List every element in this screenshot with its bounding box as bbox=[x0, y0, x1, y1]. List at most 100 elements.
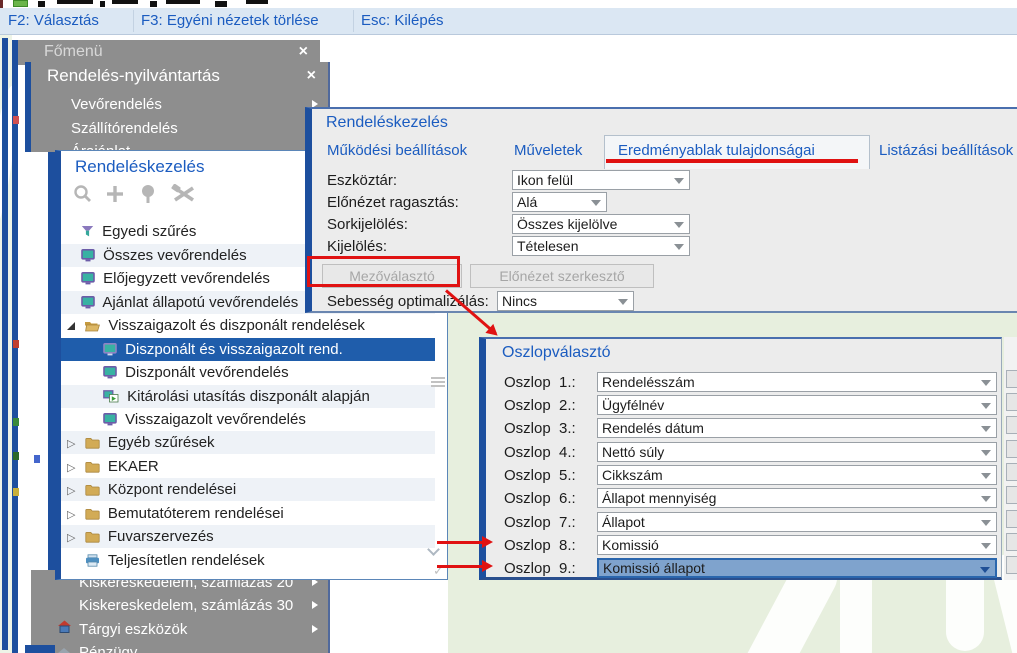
order-menu-title: Rendelés-nyilvántartás bbox=[47, 66, 220, 85]
tree-item-label: Ajánlat állapotú vevőrendelés bbox=[102, 294, 299, 311]
folder-open-icon bbox=[84, 316, 101, 337]
tab-mukodesi-beallitasok[interactable]: Működési beállítások bbox=[327, 142, 467, 159]
chevron-down-icon bbox=[591, 200, 601, 206]
dropdown-value: Összes kijelölve bbox=[517, 216, 618, 232]
tab-muveletek[interactable]: Műveletek bbox=[514, 142, 582, 159]
chevron-down-icon bbox=[981, 450, 991, 456]
tree-item[interactable]: ▷ Központ rendelései bbox=[61, 478, 435, 501]
menu-item[interactable]: Kiskereskedelem, számlázás 30 bbox=[79, 597, 293, 614]
house-icon bbox=[57, 620, 72, 638]
hotkey-f3[interactable]: F3: Egyéni nézetek törlése bbox=[141, 12, 319, 29]
top-clipped-window-strip bbox=[0, 0, 1017, 8]
clipped-glyph bbox=[112, 0, 138, 4]
clipped-glyph bbox=[38, 1, 45, 7]
tree-item-label: Visszaigazolt vevőrendelés bbox=[125, 411, 306, 428]
clipped-control bbox=[1006, 370, 1017, 388]
sorkijeloles-dropdown[interactable]: Összes kijelölve bbox=[512, 214, 690, 234]
close-icon[interactable]: × bbox=[299, 44, 308, 60]
menu-item[interactable]: Pénzügy bbox=[79, 644, 137, 653]
annotation-tab-underline bbox=[606, 159, 858, 163]
tools-icon[interactable] bbox=[171, 183, 197, 209]
clipped-fragment bbox=[0, 0, 3, 8]
tab-eredmenyablak-tulajdonsagai[interactable]: Eredményablak tulajdonságai bbox=[618, 142, 815, 159]
transfer-view-icon bbox=[103, 387, 119, 408]
column-6-dropdown[interactable]: Állapot mennyiség bbox=[597, 488, 997, 508]
column-1-dropdown[interactable]: Rendelésszám bbox=[597, 372, 997, 392]
window-border-strip bbox=[2, 38, 8, 650]
tree-item[interactable]: ▷ EKAER bbox=[61, 455, 435, 478]
tree-panel-title: Rendeléskezelés bbox=[75, 157, 205, 176]
tree-item[interactable]: Kitárolási utasítás diszponált alapján bbox=[61, 385, 435, 408]
eszkoztar-dropdown[interactable]: Ikon felül bbox=[512, 170, 690, 190]
diamond-icon bbox=[57, 645, 71, 653]
search-icon[interactable] bbox=[73, 184, 93, 209]
caret-collapsed-icon[interactable]: ▷ bbox=[67, 504, 75, 525]
chevron-down-icon bbox=[981, 473, 991, 479]
window-border bbox=[25, 62, 31, 152]
clipped-control bbox=[1006, 556, 1017, 574]
splitter-grip[interactable] bbox=[431, 375, 445, 389]
dropdown-value: Állapot mennyiség bbox=[602, 490, 717, 506]
column-4-dropdown[interactable]: Nettó súly bbox=[597, 442, 997, 462]
chevron-down-icon bbox=[981, 520, 991, 526]
elonezet-szerkeszto-button[interactable]: Előnézet szerkesztő bbox=[470, 264, 654, 288]
column-3-dropdown[interactable]: Rendelés dátum bbox=[597, 418, 997, 438]
chevron-down-icon bbox=[981, 496, 991, 502]
kijeloles-dropdown[interactable]: Tételesen bbox=[512, 236, 690, 256]
column-7-dropdown[interactable]: Állapot bbox=[597, 512, 997, 532]
menu-item[interactable]: Szállítórendelés bbox=[71, 120, 178, 137]
order-menu-bottom: Kiskereskedelem, számlázás 20 Kiskereske… bbox=[31, 570, 330, 653]
dropdown-value: Alá bbox=[517, 194, 538, 210]
tree-toolbar bbox=[73, 183, 197, 209]
menu-item[interactable]: Tárgyi eszközök bbox=[79, 621, 187, 638]
tree-item[interactable]: Visszaigazolt és diszponált rendelések bbox=[61, 314, 435, 337]
caret-collapsed-icon[interactable]: ▷ bbox=[67, 527, 75, 548]
order-menu: Rendelés-nyilvántartás × Vevőrendelés Sz… bbox=[25, 62, 330, 152]
clipped-control bbox=[1006, 510, 1017, 528]
clipped-menu-icon bbox=[13, 452, 19, 460]
dropdown-value: Tételesen bbox=[517, 238, 579, 254]
tree-item[interactable]: Teljesítetlen rendelések bbox=[61, 549, 435, 572]
caret-expanded-icon[interactable] bbox=[67, 322, 75, 330]
column-5-dropdown[interactable]: Cikkszám bbox=[597, 465, 997, 485]
tree-item-label: Bemutatóterem rendelései bbox=[107, 505, 284, 522]
field-label: Előnézet ragasztás: bbox=[327, 194, 459, 211]
filter-icon bbox=[81, 222, 94, 243]
column-9-dropdown-highlighted[interactable]: Komissió állapot bbox=[597, 558, 997, 578]
tree-item[interactable]: Visszaigazolt vevőrendelés bbox=[61, 408, 435, 431]
hotkey-esc[interactable]: Esc: Kilépés bbox=[361, 12, 444, 29]
tree-item[interactable]: ▷ Fuvarszervezés bbox=[61, 525, 435, 548]
column-row-label: Oszlop 3.: bbox=[504, 420, 576, 437]
close-icon[interactable]: × bbox=[307, 68, 316, 84]
sebesseg-optimalizalas-dropdown[interactable]: Nincs bbox=[497, 291, 634, 311]
column-picker-window: Oszlopválasztó Oszlop 1.: Rendelésszám O… bbox=[479, 337, 1002, 580]
add-icon[interactable] bbox=[105, 184, 125, 209]
elonezet-ragasztas-dropdown[interactable]: Alá bbox=[512, 192, 607, 212]
chevron-down-icon bbox=[981, 380, 991, 386]
tree-item[interactable]: Diszponált vevőrendelés bbox=[61, 361, 435, 384]
clipped-glyph bbox=[100, 1, 105, 7]
clipped-menu-icon bbox=[13, 116, 19, 124]
tree-item[interactable]: ▷ Egyéb szűrések bbox=[61, 431, 435, 454]
tree-view-icon[interactable] bbox=[137, 184, 159, 209]
tree-item-selected[interactable]: Diszponált és visszaigazolt rend. bbox=[61, 338, 435, 361]
clipped-menu-icon bbox=[13, 340, 19, 348]
dropdown-value: Komissió állapot bbox=[603, 560, 705, 576]
tree-item[interactable]: ▷ Bemutatóterem rendelései bbox=[61, 502, 435, 525]
submenu-arrow-icon bbox=[312, 625, 318, 633]
folder-icon bbox=[85, 480, 100, 501]
caret-collapsed-icon[interactable]: ▷ bbox=[67, 433, 75, 454]
annotation-rect-mezovalaszto bbox=[307, 256, 460, 287]
tab-listazasi-beallitasok[interactable]: Listázási beállítások bbox=[879, 142, 1013, 159]
column-8-dropdown[interactable]: Komissió bbox=[597, 535, 997, 555]
caret-collapsed-icon[interactable]: ▷ bbox=[67, 480, 75, 501]
window-border-strip bbox=[48, 150, 55, 580]
hotkey-f2[interactable]: F2: Választás bbox=[8, 12, 99, 29]
field-label: Eszköztár: bbox=[327, 172, 398, 189]
column-2-dropdown[interactable]: Ügyfélnév bbox=[597, 395, 997, 415]
menu-item[interactable]: Vevőrendelés bbox=[71, 96, 162, 113]
annotation-arrow-line bbox=[437, 565, 483, 568]
chevron-down-icon bbox=[981, 403, 991, 409]
caret-collapsed-icon[interactable]: ▷ bbox=[67, 457, 75, 478]
folder-icon bbox=[85, 527, 100, 548]
